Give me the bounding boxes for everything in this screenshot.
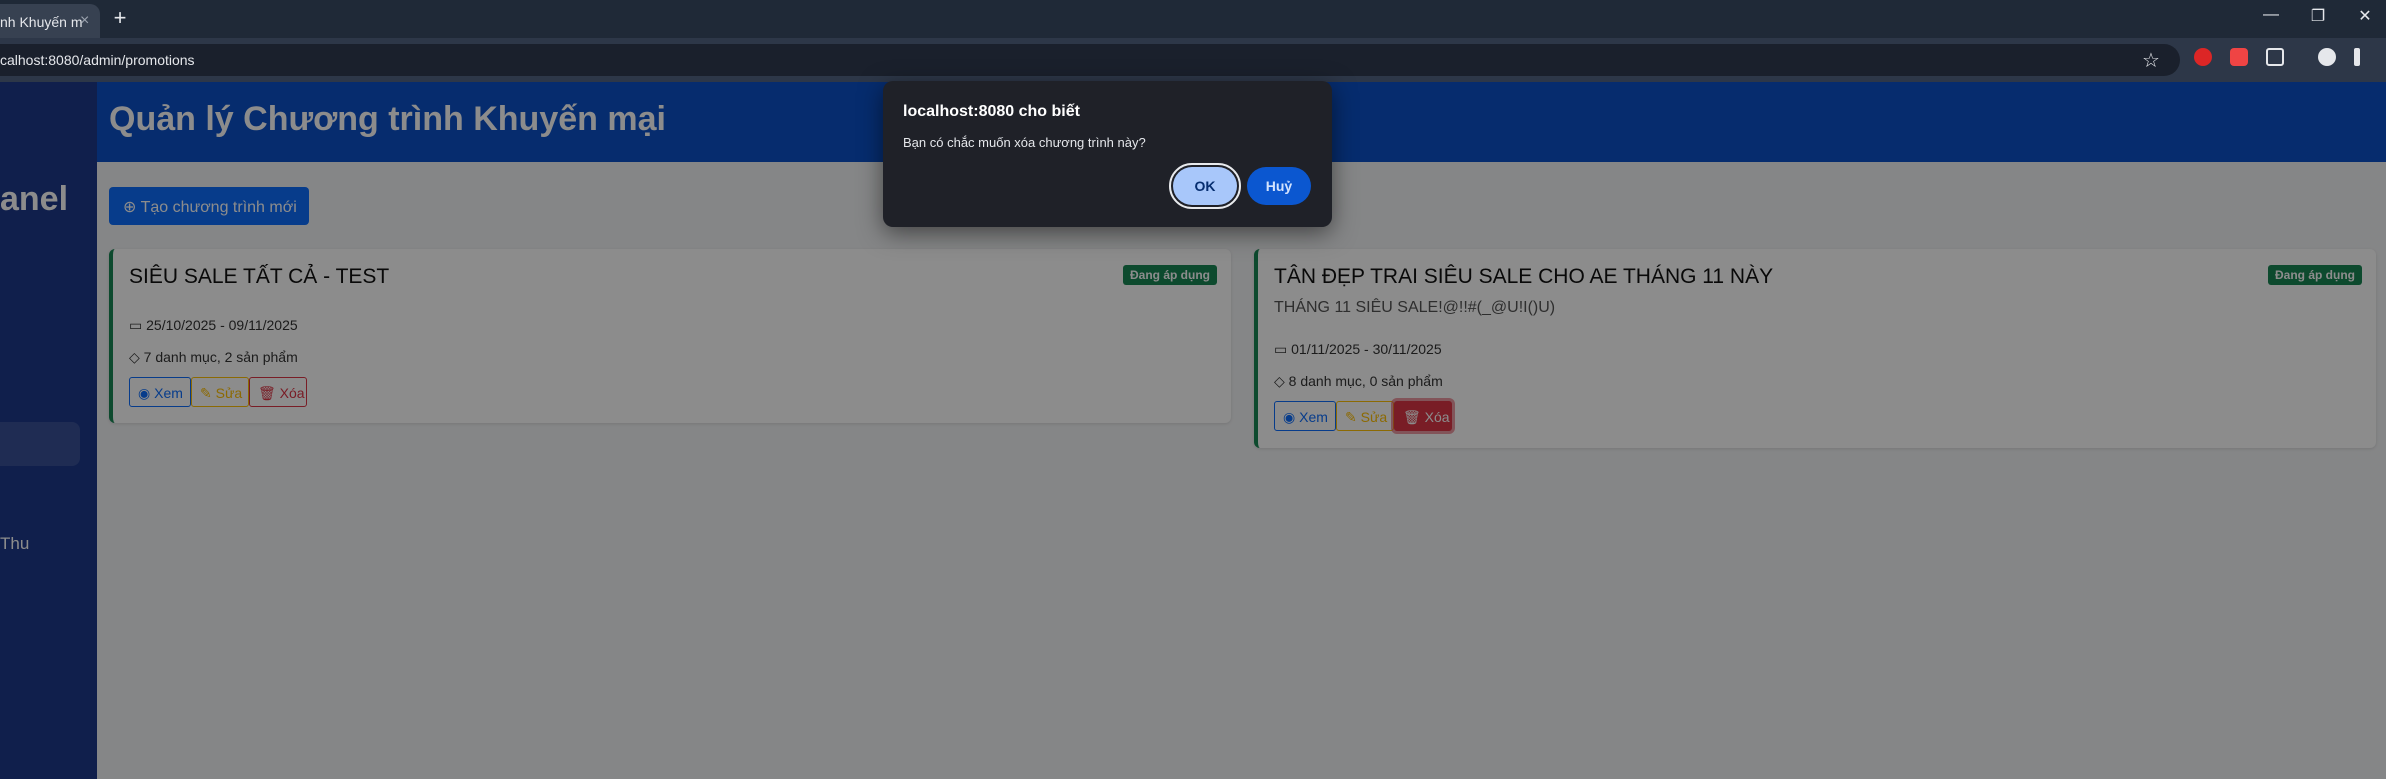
dialog-message: Bạn có chắc muốn xóa chương trình này? [903,135,1146,150]
confirm-dialog: localhost:8080 cho biết Bạn có chắc muốn… [883,81,1332,227]
address-bar[interactable]: calhost:8080/admin/promotions ☆ [0,44,2180,76]
minimize-button[interactable]: — [2256,6,2286,24]
tab-title: nh Khuyến m [0,14,83,30]
browser-menu-icon[interactable] [2354,48,2360,66]
tab-close-icon[interactable]: × [80,12,89,30]
browser-toolbar: calhost:8080/admin/promotions ☆ [0,38,2386,82]
ok-button[interactable]: OK [1169,163,1241,209]
bookmark-star-icon[interactable]: ☆ [2142,48,2160,73]
extension-block-icon[interactable] [2194,48,2212,66]
cancel-button[interactable]: Huỷ [1247,167,1311,205]
browser-tab-bar: nh Khuyến m × + — ❐ ✕ [0,0,2386,38]
extensions-puzzle-icon[interactable] [2266,48,2284,66]
restore-button[interactable]: ❐ [2303,6,2333,26]
browser-tab[interactable]: nh Khuyến m × [0,4,100,38]
url-text: calhost:8080/admin/promotions [0,52,195,68]
extension-youtube-icon[interactable] [2230,48,2248,66]
dialog-title: localhost:8080 cho biết [903,103,1080,120]
close-window-button[interactable]: ✕ [2350,6,2380,26]
profile-avatar[interactable] [2318,48,2336,66]
new-tab-button[interactable]: + [108,6,132,30]
